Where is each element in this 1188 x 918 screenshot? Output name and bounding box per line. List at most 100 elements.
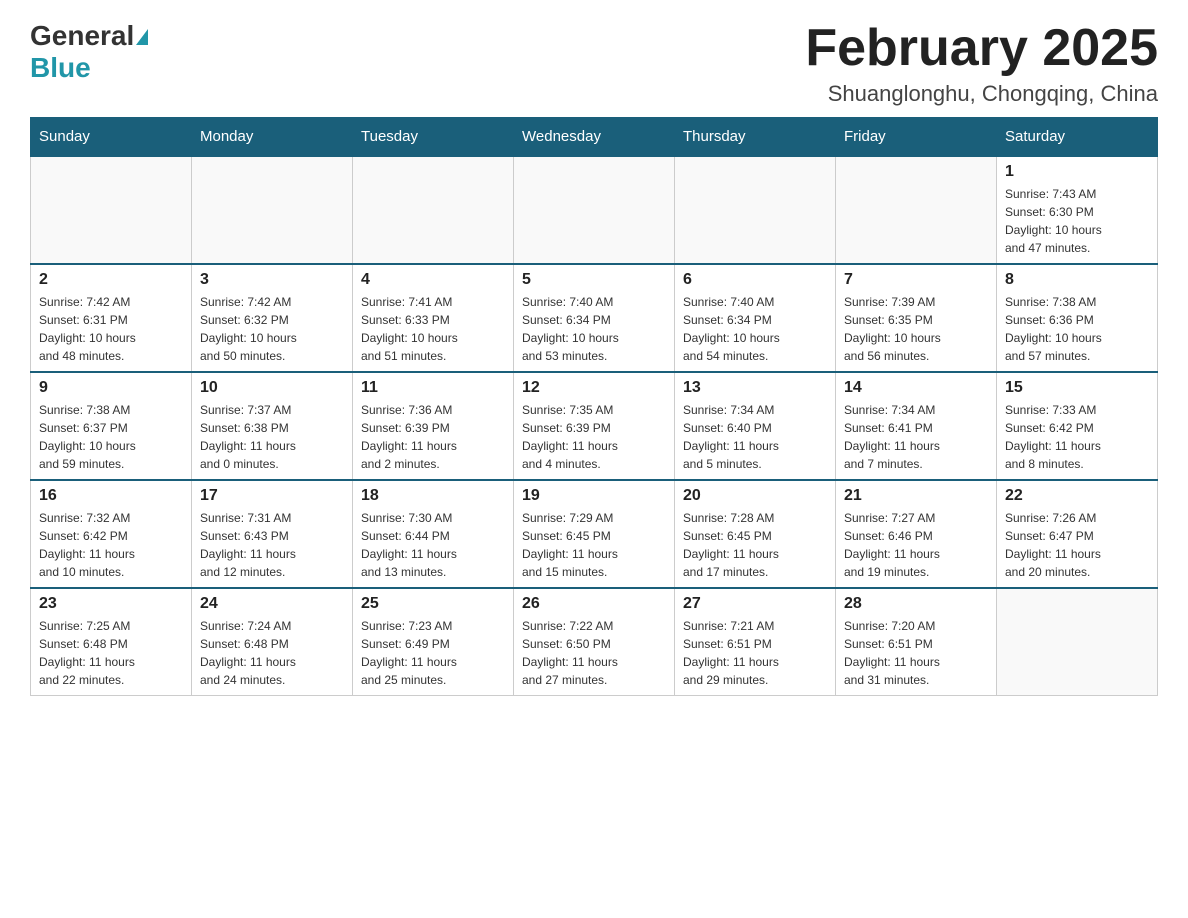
logo: General Blue bbox=[30, 20, 148, 84]
title-section: February 2025 Shuanglonghu, Chongqing, C… bbox=[805, 20, 1158, 107]
day-number: 5 bbox=[522, 271, 666, 289]
day-number: 1 bbox=[1005, 163, 1149, 181]
day-number: 27 bbox=[683, 595, 827, 613]
week-row-4: 23 Sunrise: 7:25 AM Sunset: 6:48 PM Dayli… bbox=[31, 588, 1158, 696]
day-number: 19 bbox=[522, 487, 666, 505]
calendar-cell-w0-d4 bbox=[675, 156, 836, 264]
calendar-cell-w1-d4: 6Sunrise: 7:40 AM Sunset: 6:34 PM Daylig… bbox=[675, 264, 836, 372]
col-friday: Friday bbox=[836, 118, 997, 157]
day-number: 10 bbox=[200, 379, 344, 397]
day-number: 8 bbox=[1005, 271, 1149, 289]
calendar-cell-w0-d5 bbox=[836, 156, 997, 264]
calendar-cell-w4-d3: 26 Sunrise: 7:22 AM Sunset: 6:50 PM Dayli… bbox=[514, 588, 675, 696]
day-info: Sunrise: 7:38 AM Sunset: 6:37 PM Dayligh… bbox=[39, 401, 183, 473]
day-number: 2 bbox=[39, 271, 183, 289]
calendar-cell-w2-d2: 11 Sunrise: 7:36 AM Sunset: 6:39 PM Dayli… bbox=[353, 372, 514, 480]
day-number: 26 bbox=[522, 595, 666, 613]
logo-blue-text: Blue bbox=[30, 52, 91, 83]
calendar-cell-w1-d5: 7 Sunrise: 7:39 AM Sunset: 6:35 PM Daylig… bbox=[836, 264, 997, 372]
day-info: Sunrise: 7:35 AM Sunset: 6:39 PM Dayligh… bbox=[522, 401, 666, 473]
calendar-cell-w4-d5: 28Sunrise: 7:20 AM Sunset: 6:51 PM Dayli… bbox=[836, 588, 997, 696]
calendar-cell-w3-d4: 20Sunrise: 7:28 AM Sunset: 6:45 PM Dayli… bbox=[675, 480, 836, 588]
calendar-cell-w0-d0 bbox=[31, 156, 192, 264]
day-info: Sunrise: 7:25 AM Sunset: 6:48 PM Dayligh… bbox=[39, 617, 183, 689]
calendar-cell-w1-d3: 5 Sunrise: 7:40 AM Sunset: 6:34 PM Daylig… bbox=[514, 264, 675, 372]
calendar-cell-w2-d5: 14 Sunrise: 7:34 AM Sunset: 6:41 PM Dayli… bbox=[836, 372, 997, 480]
day-info: Sunrise: 7:20 AM Sunset: 6:51 PM Dayligh… bbox=[844, 617, 988, 689]
day-info: Sunrise: 7:21 AM Sunset: 6:51 PM Dayligh… bbox=[683, 617, 827, 689]
calendar-cell-w2-d6: 15 Sunrise: 7:33 AM Sunset: 6:42 PM Dayli… bbox=[997, 372, 1158, 480]
day-info: Sunrise: 7:42 AM Sunset: 6:31 PM Dayligh… bbox=[39, 293, 183, 365]
col-monday: Monday bbox=[192, 118, 353, 157]
calendar-cell-w4-d1: 24 Sunrise: 7:24 AM Sunset: 6:48 PM Dayli… bbox=[192, 588, 353, 696]
main-title: February 2025 bbox=[805, 20, 1158, 77]
day-number: 22 bbox=[1005, 487, 1149, 505]
day-number: 23 bbox=[39, 595, 183, 613]
day-info: Sunrise: 7:39 AM Sunset: 6:35 PM Dayligh… bbox=[844, 293, 988, 365]
calendar-cell-w3-d6: 22 Sunrise: 7:26 AM Sunset: 6:47 PM Dayli… bbox=[997, 480, 1158, 588]
week-row-2: 9Sunrise: 7:38 AM Sunset: 6:37 PM Daylig… bbox=[31, 372, 1158, 480]
calendar-cell-w4-d2: 25Sunrise: 7:23 AM Sunset: 6:49 PM Dayli… bbox=[353, 588, 514, 696]
day-info: Sunrise: 7:41 AM Sunset: 6:33 PM Dayligh… bbox=[361, 293, 505, 365]
calendar-cell-w4-d4: 27 Sunrise: 7:21 AM Sunset: 6:51 PM Dayli… bbox=[675, 588, 836, 696]
day-number: 4 bbox=[361, 271, 505, 289]
day-number: 11 bbox=[361, 379, 505, 397]
day-info: Sunrise: 7:23 AM Sunset: 6:49 PM Dayligh… bbox=[361, 617, 505, 689]
calendar-cell-w4-d6 bbox=[997, 588, 1158, 696]
calendar-cell-w1-d2: 4 Sunrise: 7:41 AM Sunset: 6:33 PM Daylig… bbox=[353, 264, 514, 372]
day-number: 12 bbox=[522, 379, 666, 397]
calendar-cell-w3-d3: 19 Sunrise: 7:29 AM Sunset: 6:45 PM Dayli… bbox=[514, 480, 675, 588]
day-info: Sunrise: 7:34 AM Sunset: 6:40 PM Dayligh… bbox=[683, 401, 827, 473]
day-info: Sunrise: 7:24 AM Sunset: 6:48 PM Dayligh… bbox=[200, 617, 344, 689]
day-number: 20 bbox=[683, 487, 827, 505]
calendar-cell-w1-d1: 3 Sunrise: 7:42 AM Sunset: 6:32 PM Daylig… bbox=[192, 264, 353, 372]
calendar-cell-w3-d1: 17 Sunrise: 7:31 AM Sunset: 6:43 PM Dayli… bbox=[192, 480, 353, 588]
day-number: 13 bbox=[683, 379, 827, 397]
calendar-cell-w2-d3: 12 Sunrise: 7:35 AM Sunset: 6:39 PM Dayli… bbox=[514, 372, 675, 480]
day-number: 21 bbox=[844, 487, 988, 505]
day-number: 24 bbox=[200, 595, 344, 613]
day-info: Sunrise: 7:27 AM Sunset: 6:46 PM Dayligh… bbox=[844, 509, 988, 581]
calendar-cell-w2-d0: 9Sunrise: 7:38 AM Sunset: 6:37 PM Daylig… bbox=[31, 372, 192, 480]
calendar-table: Sunday Monday Tuesday Wednesday Thursday… bbox=[30, 117, 1158, 696]
day-number: 6 bbox=[683, 271, 827, 289]
day-number: 17 bbox=[200, 487, 344, 505]
day-info: Sunrise: 7:36 AM Sunset: 6:39 PM Dayligh… bbox=[361, 401, 505, 473]
day-number: 16 bbox=[39, 487, 183, 505]
day-info: Sunrise: 7:26 AM Sunset: 6:47 PM Dayligh… bbox=[1005, 509, 1149, 581]
logo-triangle-icon bbox=[136, 29, 148, 45]
page-header: General Blue February 2025 Shuanglonghu,… bbox=[30, 20, 1158, 107]
calendar-cell-w3-d0: 16 Sunrise: 7:32 AM Sunset: 6:42 PM Dayli… bbox=[31, 480, 192, 588]
day-info: Sunrise: 7:32 AM Sunset: 6:42 PM Dayligh… bbox=[39, 509, 183, 581]
calendar-cell-w3-d2: 18Sunrise: 7:30 AM Sunset: 6:44 PM Dayli… bbox=[353, 480, 514, 588]
calendar-cell-w1-d6: 8 Sunrise: 7:38 AM Sunset: 6:36 PM Daylig… bbox=[997, 264, 1158, 372]
day-number: 7 bbox=[844, 271, 988, 289]
day-info: Sunrise: 7:42 AM Sunset: 6:32 PM Dayligh… bbox=[200, 293, 344, 365]
day-info: Sunrise: 7:22 AM Sunset: 6:50 PM Dayligh… bbox=[522, 617, 666, 689]
day-info: Sunrise: 7:40 AM Sunset: 6:34 PM Dayligh… bbox=[522, 293, 666, 365]
day-info: Sunrise: 7:43 AM Sunset: 6:30 PM Dayligh… bbox=[1005, 185, 1149, 257]
calendar-cell-w4-d0: 23 Sunrise: 7:25 AM Sunset: 6:48 PM Dayli… bbox=[31, 588, 192, 696]
day-info: Sunrise: 7:33 AM Sunset: 6:42 PM Dayligh… bbox=[1005, 401, 1149, 473]
day-info: Sunrise: 7:31 AM Sunset: 6:43 PM Dayligh… bbox=[200, 509, 344, 581]
day-number: 14 bbox=[844, 379, 988, 397]
col-tuesday: Tuesday bbox=[353, 118, 514, 157]
calendar-cell-w0-d6: 1 Sunrise: 7:43 AM Sunset: 6:30 PM Daylig… bbox=[997, 156, 1158, 264]
calendar-cell-w0-d1 bbox=[192, 156, 353, 264]
day-info: Sunrise: 7:29 AM Sunset: 6:45 PM Dayligh… bbox=[522, 509, 666, 581]
col-wednesday: Wednesday bbox=[514, 118, 675, 157]
calendar-cell-w3-d5: 21 Sunrise: 7:27 AM Sunset: 6:46 PM Dayli… bbox=[836, 480, 997, 588]
calendar-header-row: Sunday Monday Tuesday Wednesday Thursday… bbox=[31, 118, 1158, 157]
week-row-3: 16 Sunrise: 7:32 AM Sunset: 6:42 PM Dayli… bbox=[31, 480, 1158, 588]
day-number: 15 bbox=[1005, 379, 1149, 397]
day-number: 3 bbox=[200, 271, 344, 289]
calendar-cell-w0-d3 bbox=[514, 156, 675, 264]
day-info: Sunrise: 7:38 AM Sunset: 6:36 PM Dayligh… bbox=[1005, 293, 1149, 365]
day-info: Sunrise: 7:37 AM Sunset: 6:38 PM Dayligh… bbox=[200, 401, 344, 473]
location-subtitle: Shuanglonghu, Chongqing, China bbox=[805, 81, 1158, 107]
calendar-cell-w2-d4: 13 Sunrise: 7:34 AM Sunset: 6:40 PM Dayli… bbox=[675, 372, 836, 480]
calendar-cell-w1-d0: 2 Sunrise: 7:42 AM Sunset: 6:31 PM Daylig… bbox=[31, 264, 192, 372]
day-info: Sunrise: 7:34 AM Sunset: 6:41 PM Dayligh… bbox=[844, 401, 988, 473]
day-number: 18 bbox=[361, 487, 505, 505]
col-saturday: Saturday bbox=[997, 118, 1158, 157]
